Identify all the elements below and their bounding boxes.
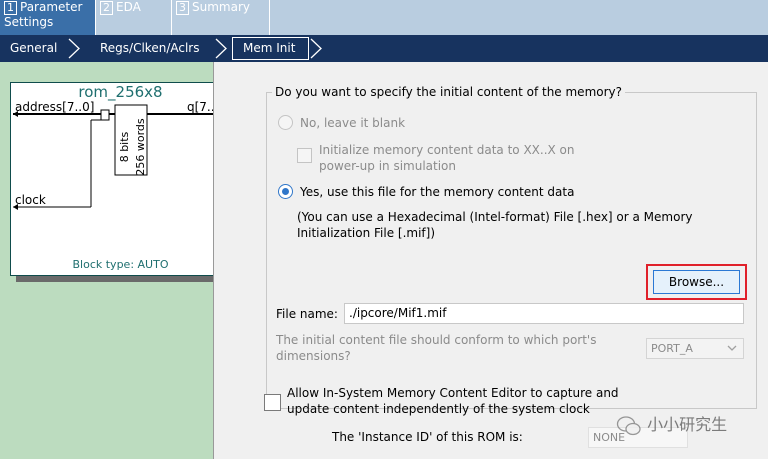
breadcrumb-item-mem-init[interactable]: Mem Init <box>232 37 309 60</box>
allow-editor-line2: update content independently of the syst… <box>287 402 590 416</box>
conform-line1: The initial content file should conform … <box>276 333 597 347</box>
conform-line2: dimensions? <box>276 349 351 363</box>
symbol-preview-panel: rom_256x8 address[7..0] q[7..0] clock 8 … <box>0 62 229 459</box>
radio-no-blank-label: No, leave it blank <box>300 116 406 130</box>
radio-use-file-label: Yes, use this file for the memory conten… <box>300 185 575 199</box>
top-tab-strip: 1 Parameter Settings 2 EDA 3 Summary <box>0 0 768 35</box>
wechat-icon <box>616 415 641 435</box>
allow-editor-checkbox[interactable] <box>264 394 281 411</box>
chevron-right-icon <box>215 38 227 59</box>
tab-number: 1 <box>4 1 17 15</box>
hint-line2: Initialization File [.mif]) <box>297 226 435 240</box>
chevron-right-icon <box>310 38 322 59</box>
breadcrumb-item-regs-clken-aclrs[interactable]: Regs/Clken/Aclrs <box>100 35 199 62</box>
chevron-down-icon <box>727 345 737 351</box>
tab-number: 3 <box>176 1 189 15</box>
tab-eda[interactable]: 2 EDA <box>96 0 172 35</box>
watermark-text: 小小研究生 <box>647 415 728 434</box>
init-xx-checkbox[interactable] <box>297 148 312 163</box>
tab-label: Summary <box>192 0 250 14</box>
words-label: 256 words <box>134 118 147 176</box>
group-title: Do you want to specify the initial conte… <box>272 85 626 99</box>
clock-port-label: clock <box>15 193 46 207</box>
radio-use-file[interactable] <box>278 184 293 199</box>
allow-editor-line1: Allow In-System Memory Content Editor to… <box>287 386 619 400</box>
init-xx-label-line1: Initialize memory content data to XX..X … <box>319 143 575 157</box>
port-select-value: PORT_A <box>651 342 693 355</box>
instance-id-label: The 'Instance ID' of this ROM is: <box>332 430 523 444</box>
tab-summary[interactable]: 3 Summary <box>172 0 270 35</box>
tab-parameter-settings[interactable]: 1 Parameter Settings <box>0 0 96 35</box>
mem-init-page: Do you want to specify the initial conte… <box>213 62 768 459</box>
breadcrumb: General Regs/Clken/Aclrs Mem Init <box>0 35 768 62</box>
file-name-input[interactable]: ./ipcore/Mif1.mif <box>344 303 744 324</box>
breadcrumb-item-general[interactable]: General <box>10 35 57 62</box>
init-xx-label-line2: power-up in simulation <box>319 159 456 173</box>
bits-label: 8 bits <box>118 131 131 163</box>
browse-button[interactable]: Browse... <box>653 270 740 294</box>
hint-line1: (You can use a Hexadecimal (Intel-format… <box>297 210 693 224</box>
block-type-label: Block type: AUTO <box>72 258 169 271</box>
file-name-label: File name: <box>276 307 338 321</box>
watermark: 小小研究生 <box>616 411 727 439</box>
address-port-label: address[7..0] <box>15 100 95 114</box>
tab-label: EDA <box>116 0 141 14</box>
chevron-right-icon <box>68 38 80 59</box>
rom-symbol-block: rom_256x8 address[7..0] q[7..0] clock 8 … <box>10 82 229 276</box>
port-select[interactable]: PORT_A <box>646 338 744 359</box>
tab-number: 2 <box>100 1 113 15</box>
radio-no-blank[interactable] <box>278 115 293 130</box>
